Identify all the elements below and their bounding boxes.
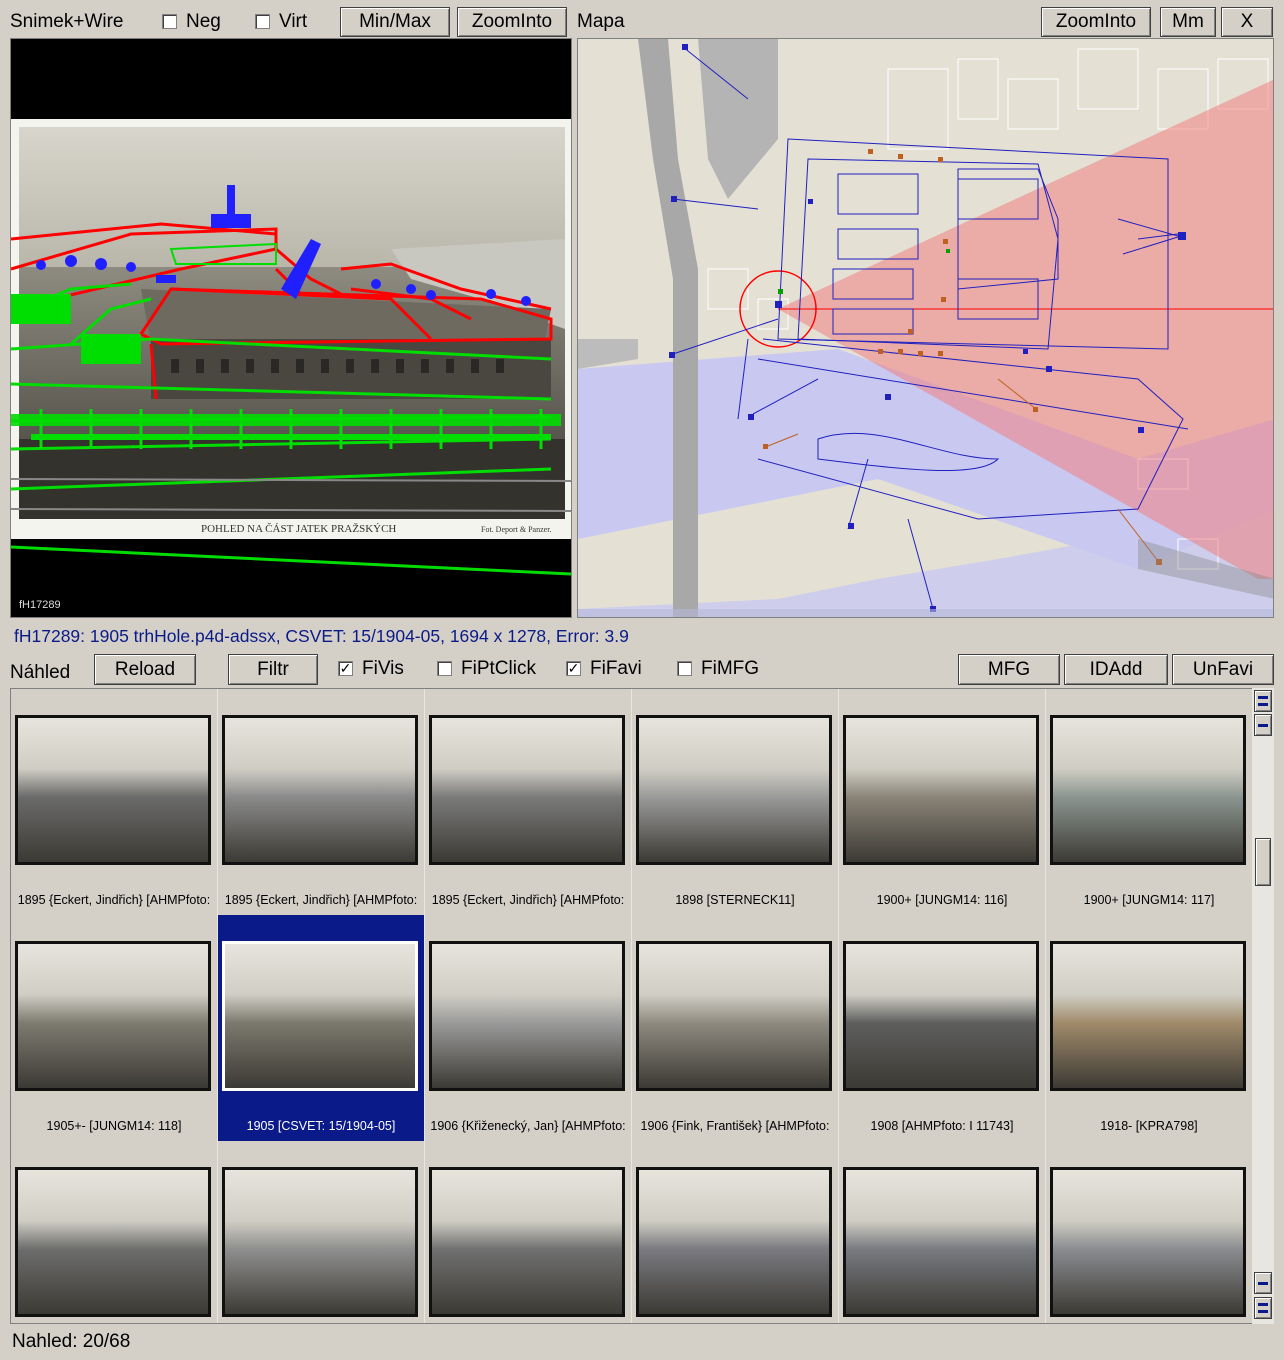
thumbnail-item[interactable]: 1895 {Eckert, Jindřich} [AHMPfoto: — [425, 689, 631, 915]
thumbnail-item[interactable]: 1895 {Eckert, Jindřich} [AHMPfoto: — [11, 689, 217, 915]
thumbnail-image[interactable] — [636, 1167, 832, 1317]
photo-caption: POHLED NA ČÁST JATEK PRAŽSKÝCH — [201, 523, 396, 535]
neg-label: Neg — [186, 11, 221, 32]
thumbnail-item[interactable]: 1898 [STERNECK11] — [632, 689, 838, 915]
thumbnail-image[interactable] — [15, 1167, 211, 1317]
fivis-checkbox[interactable]: ✓ — [338, 661, 353, 676]
mm-button[interactable]: Mm — [1160, 7, 1216, 37]
thumbnail-caption: 1906 {Fink, František} [AHMPfoto: — [640, 1119, 830, 1133]
thumbnail-image[interactable] — [222, 941, 418, 1091]
thumbnail-image[interactable] — [429, 941, 625, 1091]
thumbnail-item[interactable] — [839, 1141, 1045, 1323]
virt-checkbox[interactable] — [255, 14, 270, 29]
map-canvas[interactable] — [578, 39, 1274, 618]
thumbnail-item[interactable] — [11, 1141, 217, 1323]
thumbnail-caption: 1898 [STERNECK11] — [675, 893, 795, 907]
fifavi-label: FiFavi — [590, 658, 642, 679]
thumbnail-item[interactable]: 1900+ [JUNGM14: 116] — [839, 689, 1045, 915]
fiptclick-label: FiPtClick — [461, 658, 536, 679]
thumbnail-caption: 1900+ [JUNGM14: 116] — [876, 893, 1008, 907]
unfavi-button[interactable]: UnFavi — [1172, 654, 1274, 685]
thumbnail-caption: 1905 [CSVET: 15/1904-05] — [246, 1119, 396, 1133]
thumbnail-image[interactable] — [15, 941, 211, 1091]
thumbnail-item[interactable] — [218, 1141, 424, 1323]
thumbnail-item[interactable]: 1905+- [JUNGM14: 118] — [11, 915, 217, 1141]
check-icon: ✓ — [339, 660, 352, 676]
filtr-button[interactable]: Filtr — [228, 654, 318, 685]
thumbnail-caption: 1908 [AHMPfoto: I 11743] — [870, 1119, 1014, 1133]
close-button[interactable]: X — [1221, 7, 1273, 37]
photo-zoominto-button[interactable]: ZoomInto — [457, 7, 567, 37]
reload-button[interactable]: Reload — [94, 654, 196, 685]
scroll-bottom-button[interactable] — [1254, 1297, 1272, 1319]
thumbnail-image[interactable] — [843, 1167, 1039, 1317]
thumbnail-item[interactable]: 1895 {Eckert, Jindřich} [AHMPfoto: — [218, 689, 424, 915]
nahled-title: Náhled — [10, 662, 71, 683]
thumbnail-image[interactable] — [222, 715, 418, 865]
photo-wireframe-canvas[interactable]: POHLED NA ČÁST JATEK PRAŽSKÝCH Fot. Depo… — [11, 39, 572, 618]
scroll-page-up-button[interactable] — [1254, 714, 1272, 736]
thumbnail-item[interactable]: 1905 [CSVET: 15/1904-05] — [218, 915, 424, 1141]
grid-divider — [631, 689, 632, 1323]
thumbnail-image[interactable] — [222, 1167, 418, 1317]
thumbnail-item[interactable] — [1046, 1141, 1252, 1323]
fiptclick-checkbox[interactable] — [437, 661, 452, 676]
photo-viewer[interactable]: POHLED NA ČÁST JATEK PRAŽSKÝCH Fot. Depo… — [10, 38, 572, 618]
thumbnail-scrollbar[interactable] — [1252, 688, 1274, 1324]
thumbnail-item[interactable] — [425, 1141, 631, 1323]
map-zoominto-button[interactable]: ZoomInto — [1041, 7, 1151, 37]
photo-id-label: fH17289 — [19, 599, 61, 611]
fimfg-label: FiMFG — [701, 658, 760, 679]
thumbnail-image[interactable] — [843, 941, 1039, 1091]
thumbnail-image[interactable] — [1050, 941, 1246, 1091]
photo-credit: Fot. Deport & Panzer. — [481, 525, 551, 534]
thumbnail-caption: 1918- [KPRA798] — [1100, 1119, 1198, 1133]
thumbnail-item[interactable]: 1906 {Křiženecký, Jan} [AHMPfoto: — [425, 915, 631, 1141]
thumbnail-item[interactable]: 1906 {Fink, František} [AHMPfoto: — [632, 915, 838, 1141]
thumbnail-caption: 1905+- [JUNGM14: 118] — [46, 1119, 182, 1133]
thumbnail-caption: 1900+ [JUNGM14: 117] — [1083, 893, 1215, 907]
map-panel-title: Mapa — [577, 11, 625, 32]
fifavi-checkbox[interactable]: ✓ — [566, 661, 581, 676]
thumbnail-image[interactable] — [1050, 1167, 1246, 1317]
scroll-thumb[interactable] — [1255, 838, 1271, 886]
thumbnail-caption: 1895 {Eckert, Jindřich} [AHMPfoto: — [431, 893, 625, 907]
map-viewer[interactable] — [577, 38, 1274, 618]
thumbnail-image[interactable] — [429, 1167, 625, 1317]
thumbnail-item[interactable]: 1918- [KPRA798] — [1046, 915, 1252, 1141]
mfg-button[interactable]: MFG — [958, 654, 1060, 685]
thumbnail-caption: 1895 {Eckert, Jindřich} [AHMPfoto: — [224, 893, 418, 907]
thumbnail-grid[interactable]: 1895 {Eckert, Jindřich} [AHMPfoto: 1895 {… — [10, 688, 1274, 1324]
grid-divider — [217, 689, 218, 1323]
grid-divider — [838, 689, 839, 1323]
thumbnail-image[interactable] — [429, 715, 625, 865]
fimfg-checkbox[interactable] — [677, 661, 692, 676]
virt-label: Virt — [279, 11, 308, 32]
thumbnail-caption: 1895 {Eckert, Jindřich} [AHMPfoto: — [17, 893, 211, 907]
grid-divider — [424, 689, 425, 1323]
image-info-line: fH17289: 1905 trhHole.p4d-adssx, CSVET: … — [14, 626, 629, 646]
thumbnail-item[interactable]: 1908 [AHMPfoto: I 11743] — [839, 915, 1045, 1141]
grid-divider — [1045, 689, 1046, 1323]
status-bar: Nahled: 20/68 — [12, 1331, 131, 1352]
thumbnail-image[interactable] — [15, 715, 211, 865]
check-icon: ✓ — [567, 660, 580, 676]
thumbnail-image[interactable] — [1050, 715, 1246, 865]
minmax-button[interactable]: Min/Max — [340, 7, 450, 37]
thumbnail-image[interactable] — [843, 715, 1039, 865]
scroll-page-down-button[interactable] — [1254, 1272, 1272, 1294]
thumbnail-image[interactable] — [636, 715, 832, 865]
thumbnail-item[interactable] — [632, 1141, 838, 1323]
idadd-button[interactable]: IDAdd — [1064, 654, 1168, 685]
thumbnail-image[interactable] — [636, 941, 832, 1091]
thumbnail-caption: 1906 {Křiženecký, Jan} [AHMPfoto: — [430, 1119, 626, 1133]
photo-panel-title: Snimek+Wire — [10, 11, 124, 32]
fivis-label: FiVis — [362, 658, 404, 679]
scroll-top-button[interactable] — [1254, 690, 1272, 712]
thumbnail-item[interactable]: 1900+ [JUNGM14: 117] — [1046, 689, 1252, 915]
neg-checkbox[interactable] — [162, 14, 177, 29]
